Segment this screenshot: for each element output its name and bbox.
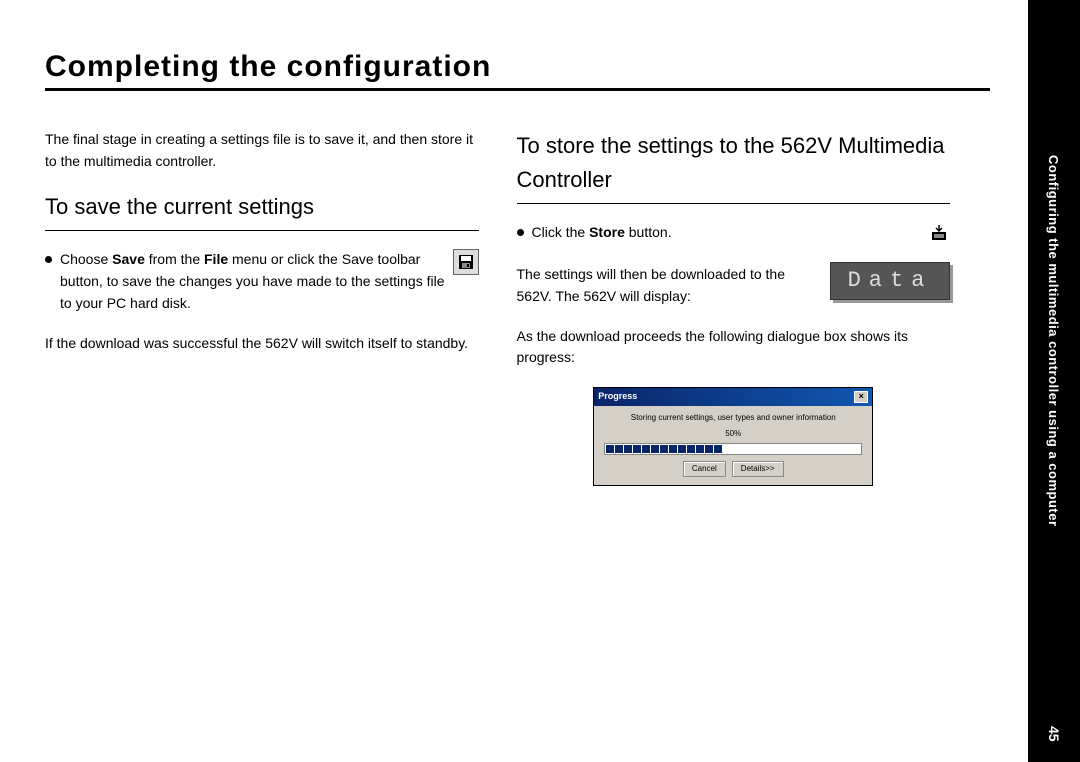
store-section-title: To store the settings to the 562V Multim… xyxy=(517,129,951,197)
page-title: Completing the configuration xyxy=(45,50,950,84)
store-bullet-text: Click the Store button. xyxy=(532,222,929,244)
progress-dialog: Progress × Storing current settings, use… xyxy=(593,387,873,486)
progress-bar xyxy=(604,443,862,455)
title-divider xyxy=(45,88,990,91)
page-number: 45 xyxy=(1046,726,1062,742)
columns: The final stage in creating a settings f… xyxy=(45,129,950,486)
dialog-body: Storing current settings, user types and… xyxy=(594,406,872,485)
dialog-buttons: Cancel Details>> xyxy=(604,461,862,477)
sidebar: Configuring the multimedia controller us… xyxy=(1028,0,1080,762)
section-divider xyxy=(45,230,479,231)
close-icon[interactable]: × xyxy=(854,391,868,403)
dialog-title: Progress xyxy=(598,390,637,404)
device-display: Data xyxy=(830,262,950,300)
save-floppy-icon xyxy=(453,249,479,275)
dialog-message: Storing current settings, user types and… xyxy=(604,412,862,424)
right-column: To store the settings to the 562V Multim… xyxy=(517,129,951,486)
save-bullet-text: Choose Save from the File menu or click … xyxy=(60,249,445,314)
bullet-icon xyxy=(517,229,524,236)
progress-intro: As the download proceeds the following d… xyxy=(517,326,951,369)
cancel-button[interactable]: Cancel xyxy=(683,461,726,477)
bullet-icon xyxy=(45,256,52,263)
save-result-paragraph: If the download was successful the 562V … xyxy=(45,333,479,355)
display-row: The settings will then be downloaded to … xyxy=(517,262,951,307)
section-divider xyxy=(517,203,951,204)
dialog-percent: 50% xyxy=(604,428,862,440)
intro-paragraph: The final stage in creating a settings f… xyxy=(45,129,479,172)
left-column: The final stage in creating a settings f… xyxy=(45,129,479,486)
store-bullet-row: Click the Store button. xyxy=(517,222,951,244)
details-button[interactable]: Details>> xyxy=(732,461,784,477)
page-content: Completing the configuration The final s… xyxy=(0,0,1020,516)
store-icon xyxy=(928,222,950,244)
save-section-title: To save the current settings xyxy=(45,190,479,224)
download-text: The settings will then be downloaded to … xyxy=(517,262,821,307)
dialog-titlebar: Progress × xyxy=(594,388,872,406)
save-bullet-row: Choose Save from the File menu or click … xyxy=(45,249,479,314)
sidebar-section-label: Configuring the multimedia controller us… xyxy=(1046,155,1061,527)
